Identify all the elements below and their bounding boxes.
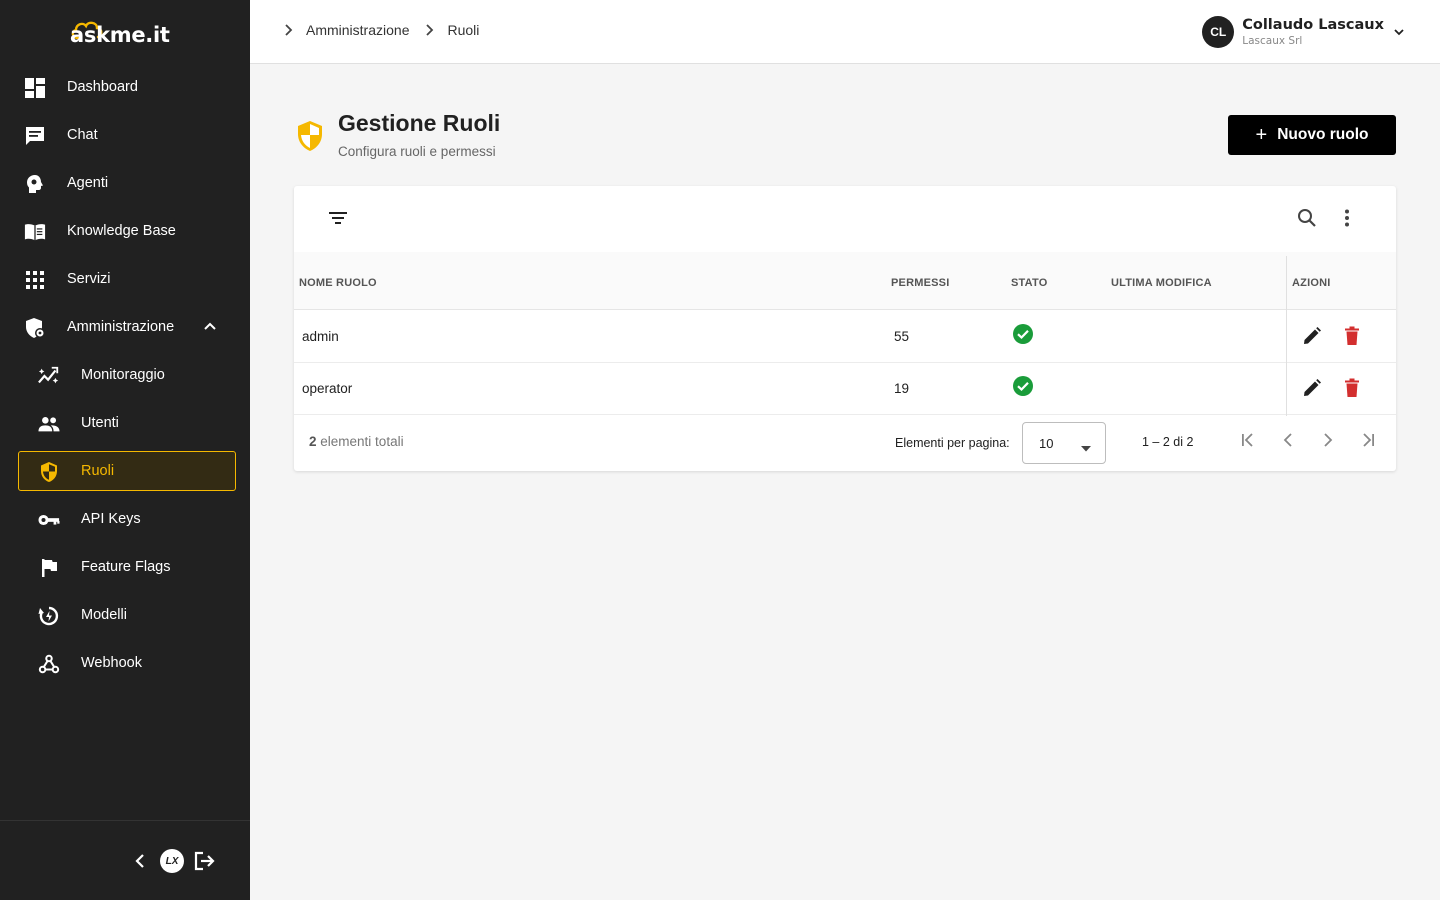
- sidebar-item-agenti[interactable]: Agenti: [0, 159, 250, 207]
- sidebar-item-servizi[interactable]: Servizi: [0, 255, 250, 303]
- chevron-left-icon[interactable]: [132, 853, 148, 869]
- breadcrumb: Amministrazione Ruoli: [282, 22, 493, 38]
- avatar: CL: [1202, 16, 1235, 48]
- role-permissions: 19: [894, 381, 910, 396]
- lascaux-badge-icon[interactable]: LX: [160, 849, 184, 873]
- column-header-name[interactable]: NOME RUOLO: [299, 277, 377, 289]
- book-icon: [24, 221, 46, 243]
- per-page-label: Elementi per pagina:: [895, 436, 1010, 450]
- sidebar-item-monitoraggio[interactable]: Monitoraggio: [0, 351, 250, 399]
- sidebar-item-label: Servizi: [67, 271, 111, 287]
- sidebar-item-ruoli[interactable]: Ruoli: [18, 451, 236, 491]
- delete-icon[interactable]: [1344, 326, 1360, 346]
- sidebar-item-chat[interactable]: Chat: [0, 111, 250, 159]
- sidebar-item-label: Monitoraggio: [81, 367, 165, 383]
- sidebar-item-label: Amministrazione: [67, 319, 175, 335]
- sidebar-item-label: Dashboard: [67, 79, 138, 95]
- chevron-up-icon[interactable]: [202, 318, 218, 338]
- first-page-icon[interactable]: [1240, 432, 1256, 448]
- per-page-select[interactable]: 10: [1022, 422, 1106, 464]
- sidebar-item-label: Utenti: [81, 415, 119, 431]
- roles-table-card: NOME RUOLO PERMESSI STATO ULTIMA MODIFIC…: [294, 186, 1396, 471]
- role-permissions: 55: [894, 329, 910, 344]
- sidebar-item-label: Knowledge Base: [67, 223, 176, 239]
- sidebar-item-label: Agenti: [67, 175, 109, 191]
- flag-icon: [38, 557, 60, 579]
- chevron-down-icon[interactable]: [1392, 25, 1406, 39]
- shield-icon: [38, 461, 60, 483]
- sidebar-item-label: Chat: [67, 127, 98, 143]
- table-footer: 2 elementi totali Elementi per pagina: 1…: [294, 414, 1396, 471]
- people-icon: [38, 413, 60, 435]
- next-page-icon[interactable]: [1320, 432, 1336, 448]
- user-menu[interactable]: CL Collaudo Lascaux Lascaux Srl: [1202, 16, 1406, 48]
- last-page-icon[interactable]: [1360, 432, 1376, 448]
- agent-head-icon: [24, 173, 46, 195]
- column-header-status[interactable]: STATO: [1011, 277, 1047, 289]
- sidebar-item-dashboard[interactable]: Dashboard: [0, 63, 250, 111]
- sidebar-item-utenti[interactable]: Utenti: [0, 399, 250, 447]
- page-title: Gestione Ruoli: [338, 110, 501, 136]
- check-circle-icon: [1013, 324, 1033, 349]
- sidebar-item-label: Ruoli: [81, 463, 115, 479]
- table-row[interactable]: operator 19: [294, 363, 1396, 415]
- breadcrumb-item-ruoli: Ruoli: [447, 22, 480, 38]
- column-header-actions: AZIONI: [1292, 277, 1331, 289]
- chevron-right-icon: [282, 23, 296, 37]
- total-count: 2 elementi totali: [309, 434, 404, 449]
- sidebar-item-webhook[interactable]: Webhook: [0, 639, 250, 687]
- check-circle-icon: [1013, 376, 1033, 401]
- topbar: Amministrazione Ruoli CL Collaudo Lascau…: [250, 0, 1440, 64]
- admin-shield-icon: [24, 317, 46, 339]
- actions-column-divider: [1286, 256, 1287, 416]
- sidebar-item-label: Webhook: [81, 655, 142, 671]
- edit-icon[interactable]: [1302, 378, 1322, 398]
- sidebar: askme.it Dashboard Chat Agenti Knowledge…: [0, 0, 250, 900]
- logo-text: askme.it: [70, 23, 170, 47]
- app-logo[interactable]: askme.it: [70, 18, 170, 48]
- sidebar-item-label: Feature Flags: [81, 559, 171, 575]
- chevron-right-icon: [423, 23, 437, 37]
- column-header-last-modified[interactable]: ULTIMA MODIFICA: [1111, 277, 1212, 289]
- chat-icon: [24, 125, 46, 147]
- table-header: NOME RUOLO PERMESSI STATO ULTIMA MODIFIC…: [294, 252, 1396, 310]
- column-header-permissions[interactable]: PERMESSI: [891, 277, 949, 289]
- role-name: operator: [302, 381, 353, 396]
- plus-icon: +: [1255, 124, 1268, 146]
- role-name: admin: [302, 329, 339, 344]
- breadcrumb-item-amministrazione[interactable]: Amministrazione: [306, 22, 409, 38]
- search-icon[interactable]: [1297, 208, 1317, 228]
- key-icon: [38, 509, 60, 531]
- new-role-button-label: Nuovo ruolo: [1277, 126, 1369, 143]
- sidebar-nav: Dashboard Chat Agenti Knowledge Base Ser…: [0, 63, 250, 687]
- table-row[interactable]: admin 55: [294, 311, 1396, 363]
- delete-icon[interactable]: [1344, 378, 1360, 398]
- grid-icon: [24, 269, 46, 291]
- sidebar-item-feature-flags[interactable]: Feature Flags: [0, 543, 250, 591]
- trend-icon: [38, 365, 60, 387]
- per-page-value: 10: [1039, 435, 1054, 451]
- sidebar-item-label: API Keys: [81, 511, 141, 527]
- more-vert-icon[interactable]: [1344, 208, 1350, 228]
- pagination-range: 1 – 2 di 2: [1142, 435, 1194, 449]
- dropdown-arrow-icon: [1081, 440, 1091, 455]
- filter-icon[interactable]: [328, 210, 348, 226]
- model-icon: [38, 605, 60, 627]
- sidebar-item-modelli[interactable]: Modelli: [0, 591, 250, 639]
- sidebar-item-api-keys[interactable]: API Keys: [0, 495, 250, 543]
- edit-icon[interactable]: [1302, 326, 1322, 346]
- new-role-button[interactable]: + Nuovo ruolo: [1228, 115, 1396, 155]
- user-name: Collaudo Lascaux: [1242, 17, 1384, 33]
- webhook-icon: [38, 653, 60, 675]
- logout-icon[interactable]: [194, 851, 216, 871]
- dashboard-icon: [24, 77, 46, 99]
- sidebar-item-amministrazione[interactable]: Amministrazione: [0, 303, 250, 351]
- page-subtitle: Configura ruoli e permessi: [338, 144, 496, 159]
- sidebar-footer: LX: [0, 820, 250, 900]
- prev-page-icon[interactable]: [1280, 432, 1296, 448]
- sidebar-item-knowledge-base[interactable]: Knowledge Base: [0, 207, 250, 255]
- sidebar-item-label: Modelli: [81, 607, 127, 623]
- user-org: Lascaux Srl: [1242, 35, 1303, 47]
- page-shield-icon: [296, 120, 324, 157]
